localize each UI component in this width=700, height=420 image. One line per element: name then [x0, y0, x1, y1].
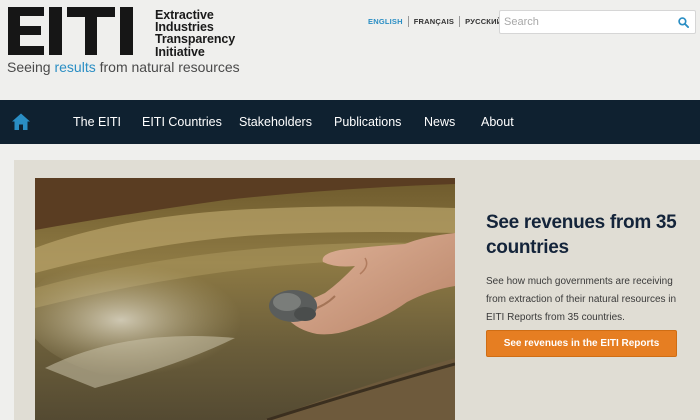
- search-box: [499, 10, 696, 34]
- tagline-end: from natural resources: [95, 59, 240, 75]
- hero-photo: [35, 178, 455, 420]
- tagline-start: Seeing: [7, 59, 55, 75]
- lang-russian[interactable]: Русский: [465, 17, 502, 26]
- lang-divider: [407, 16, 409, 27]
- eiti-logo-mark: [8, 7, 133, 55]
- logo-line: Initiative: [155, 44, 205, 59]
- logo-line: Transparency: [155, 32, 236, 47]
- tagline-accent: results: [54, 59, 96, 75]
- nav-item-about[interactable]: About: [481, 115, 514, 129]
- logo-wordmark: Extractive Industries Transparency Initi…: [155, 9, 265, 58]
- search-icon[interactable]: [678, 17, 689, 28]
- nav-item-publications[interactable]: Publications: [334, 115, 401, 129]
- site-header: Extractive Industries Transparency Initi…: [0, 0, 700, 98]
- nav-item-the-eiti[interactable]: The EITI: [73, 115, 121, 129]
- nav-item-stakeholders[interactable]: Stakeholders: [239, 115, 312, 129]
- hero-description: See how much governments are receiving f…: [486, 276, 677, 323]
- tagline: Seeing results from natural resources: [7, 59, 240, 75]
- lang-divider: [459, 16, 461, 27]
- hero-title: See revenues from 35 countries: [486, 212, 677, 258]
- lang-english[interactable]: English: [368, 17, 403, 26]
- main-nav: The EITI EITI Countries Stakeholders Pub…: [0, 100, 700, 144]
- home-icon[interactable]: [12, 113, 30, 130]
- see-revenues-button[interactable]: See revenues in the EITI Reports: [486, 330, 677, 357]
- language-switcher: English Français Русский: [368, 16, 502, 27]
- search-input[interactable]: [504, 14, 674, 30]
- lang-french[interactable]: Français: [414, 17, 454, 26]
- nav-item-news[interactable]: News: [424, 115, 455, 129]
- hero-panel: See revenues from 35 countries See how m…: [14, 160, 700, 420]
- nav-item-eiti-countries[interactable]: EITI Countries: [142, 115, 222, 129]
- hero-image[interactable]: [35, 178, 455, 420]
